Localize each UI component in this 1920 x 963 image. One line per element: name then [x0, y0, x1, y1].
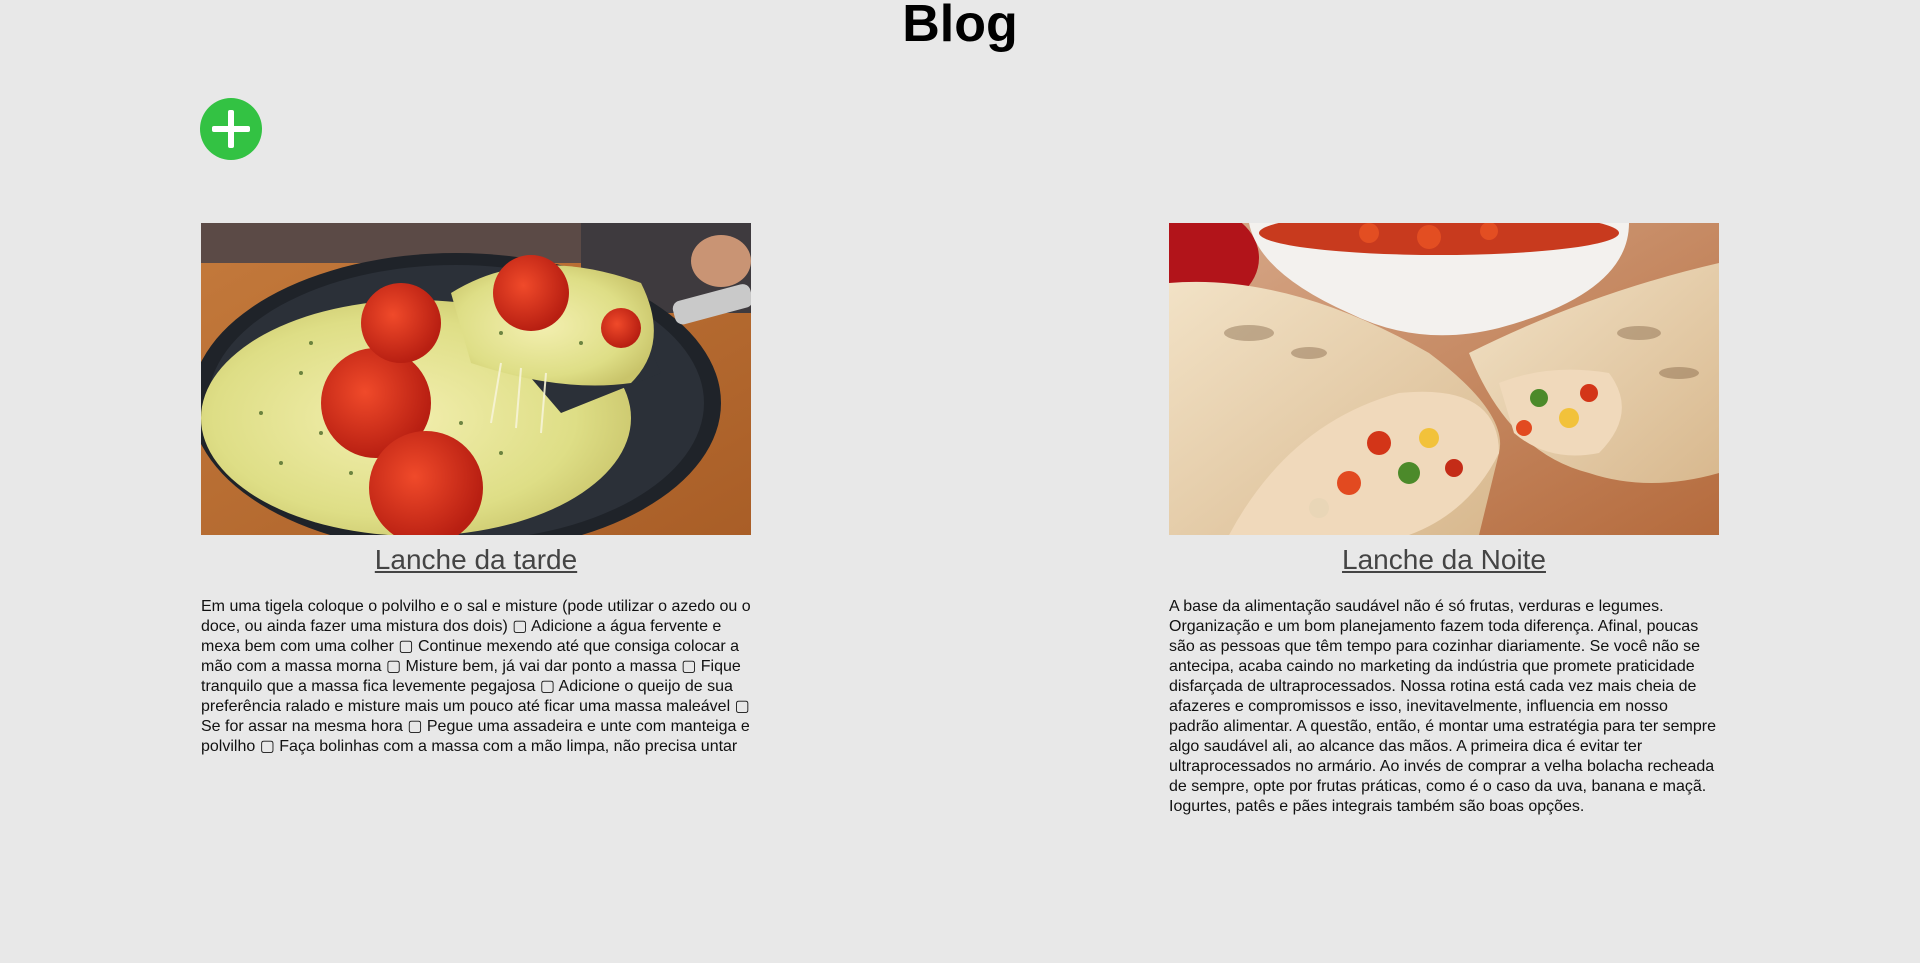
post-card-lanche-da-noite: Lanche da Noite A base da alimentação sa…	[1169, 223, 1719, 817]
add-post-button[interactable]	[200, 98, 262, 160]
blog-page: Blog Lanche da tarde Em uma tigela coloq…	[0, 0, 1920, 963]
post-title[interactable]: Lanche da tarde	[201, 541, 751, 579]
post-card-lanche-da-tarde: Lanche da tarde Em uma tigela coloque o …	[201, 223, 751, 757]
page-title: Blog	[902, 0, 1018, 53]
post-text: Em uma tigela coloque o polvilho e o sal…	[201, 598, 751, 755]
post-image-wrap[interactable]	[1169, 223, 1719, 535]
post-text: A base da alimentação saudável não é só …	[1169, 598, 1716, 815]
post-image-pizza[interactable]	[201, 223, 751, 535]
post-title[interactable]: Lanche da Noite	[1169, 541, 1719, 579]
